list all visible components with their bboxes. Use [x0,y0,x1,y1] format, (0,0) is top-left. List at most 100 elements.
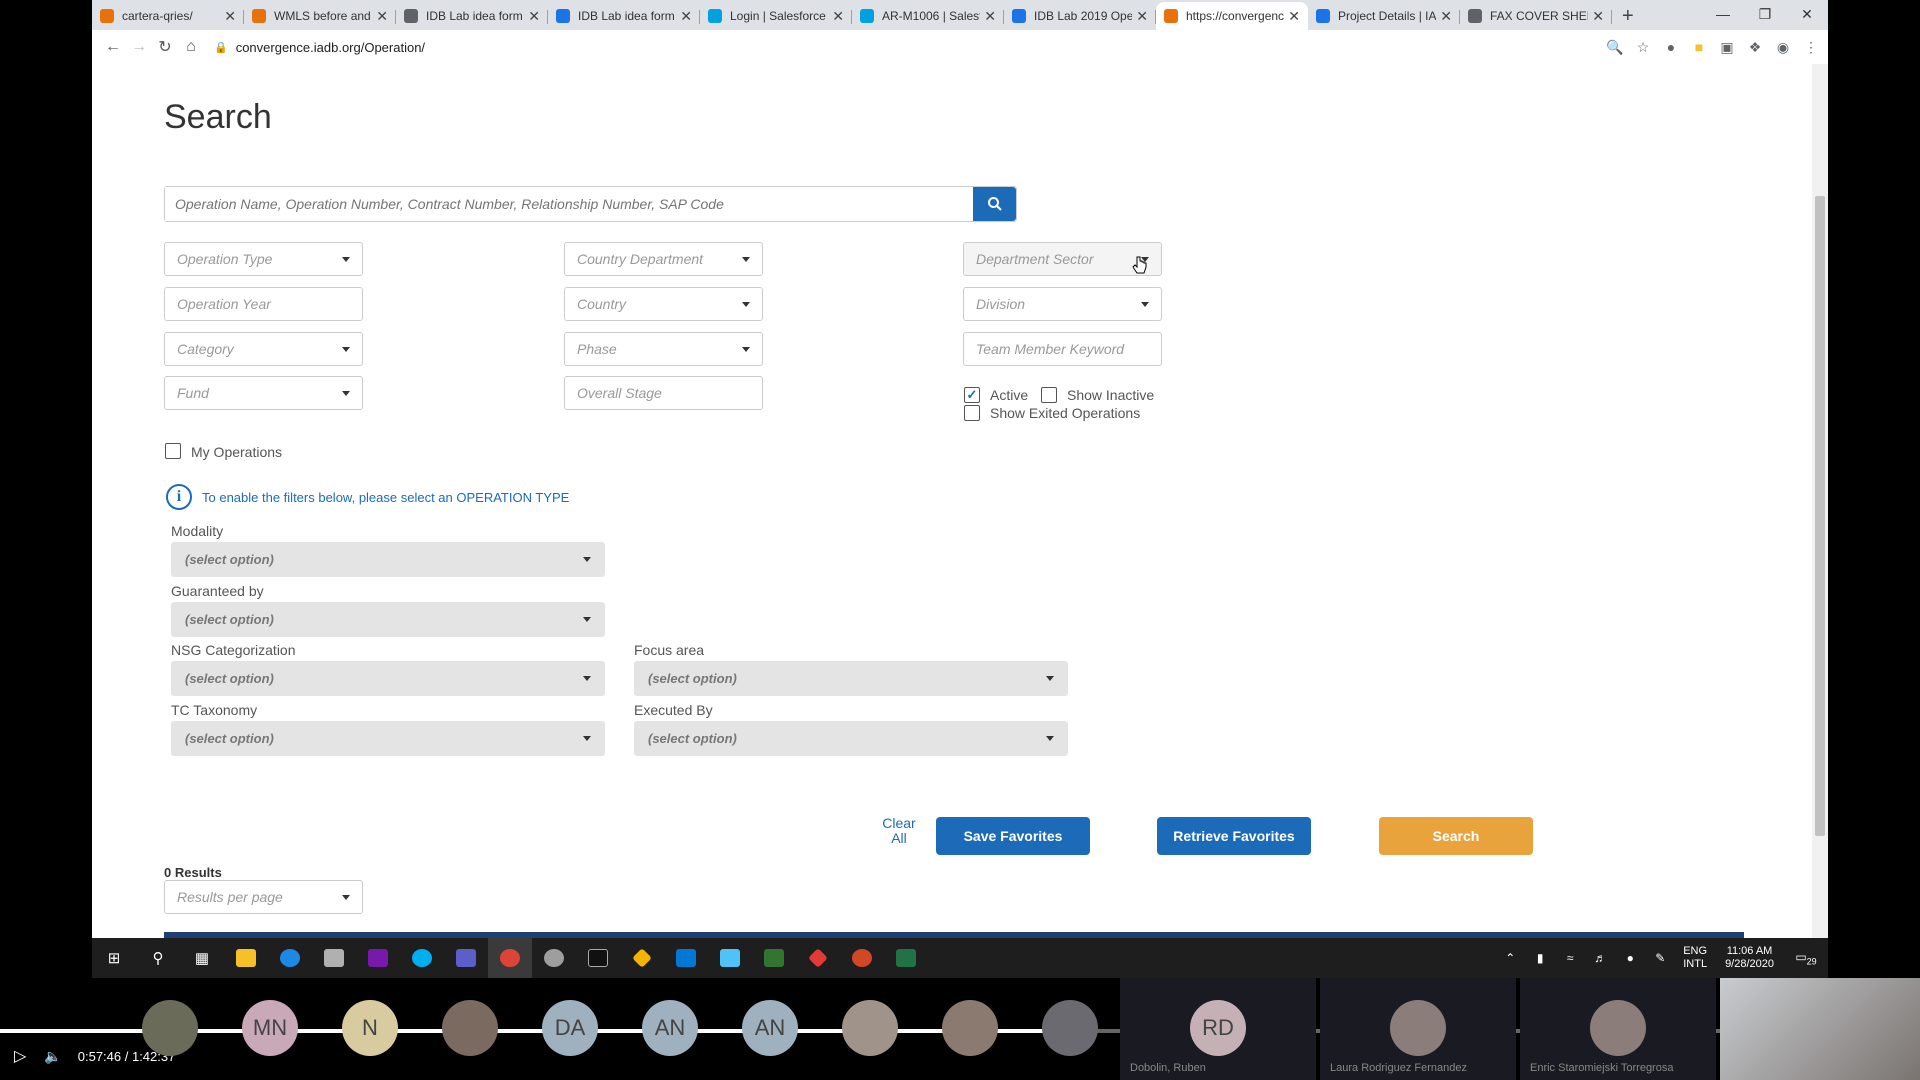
participant-avatar[interactable]: AN [742,1000,798,1056]
browser-tab[interactable]: WMLS before and a ✕ [244,2,396,30]
notification-icon[interactable]: ▭29 [1784,950,1828,966]
category-select[interactable]: Category [164,332,363,366]
participant-avatar[interactable] [442,1000,498,1056]
app-icon[interactable] [708,938,752,978]
results-per-page-select[interactable]: Results per page [164,880,363,914]
task-view-icon[interactable]: ▦ [180,938,224,978]
teams-icon[interactable] [444,938,488,978]
search-icon[interactable]: ⚲ [136,938,180,978]
volume-icon[interactable]: ♬ [1585,951,1615,965]
app-icon[interactable] [620,938,664,978]
save-favorites-button[interactable]: Save Favorites [936,817,1090,855]
powerpoint-icon[interactable] [840,938,884,978]
onenote-icon[interactable] [356,938,400,978]
participant-avatar[interactable] [942,1000,998,1056]
home-icon[interactable]: ⌂ [178,38,204,56]
extension-icon[interactable]: ▣ [1718,39,1736,56]
tab-close-icon[interactable]: ✕ [1592,8,1604,25]
menu-icon[interactable]: ⋮ [1802,39,1820,56]
team-member-keyword-input[interactable]: Team Member Keyword [963,332,1162,366]
minimize-icon[interactable]: — [1702,0,1744,28]
play-icon[interactable]: ▷ [14,1046,26,1066]
retrieve-favorites-button[interactable]: Retrieve Favorites [1157,817,1311,855]
back-icon[interactable]: ← [100,38,126,56]
close-window-icon[interactable]: ✕ [1786,0,1828,28]
tab-close-icon[interactable]: ✕ [680,8,692,25]
overall-stage-input[interactable]: Overall Stage [564,376,763,410]
executed-by-select[interactable]: (select option) [634,721,1068,756]
self-video-tile[interactable] [1720,978,1920,1080]
phase-select[interactable]: Phase [564,332,763,366]
wifi-icon[interactable]: ≈ [1555,951,1585,965]
puzzle-icon[interactable]: ❖ [1746,39,1764,56]
tab-close-icon[interactable]: ✕ [1288,8,1300,25]
browser-tab[interactable]: Project Details | IAD ✕ [1308,2,1460,30]
tab-close-icon[interactable]: ✕ [984,8,996,25]
scrollbar-thumb[interactable] [1815,196,1825,836]
excel-icon[interactable] [884,938,928,978]
browser-tab[interactable]: https://convergence ✕ [1156,2,1308,30]
search-submit-button[interactable]: Search [1379,817,1533,855]
participant-avatar[interactable]: AN [642,1000,698,1056]
tab-close-icon[interactable]: ✕ [224,8,236,25]
focus-area-select[interactable]: (select option) [634,661,1068,696]
division-select[interactable]: Division [963,287,1162,321]
battery-icon[interactable]: ▮ [1525,951,1555,965]
project-icon[interactable] [752,938,796,978]
browser-tab[interactable]: FAX COVER SHEET ✕ [1460,2,1612,30]
browser-tab[interactable]: Login | Salesforce ✕ [700,2,852,30]
forward-icon[interactable]: → [126,38,152,56]
browser-tab[interactable]: IDB Lab idea form ✕ [396,2,548,30]
browser-tab[interactable]: AR-M1006 | Salesfo ✕ [852,2,1004,30]
participant-avatar[interactable]: N [342,1000,398,1056]
new-tab-icon[interactable]: + [1622,2,1634,30]
app-icon[interactable] [532,938,576,978]
participant-avatar[interactable] [842,1000,898,1056]
tab-close-icon[interactable]: ✕ [832,8,844,25]
file-explorer-icon[interactable] [224,938,268,978]
tc-taxonomy-select[interactable]: (select option) [171,721,605,756]
volume-icon[interactable]: 🔈 [44,1048,61,1065]
modality-select[interactable]: (select option) [171,542,605,577]
terminal-icon[interactable] [576,938,620,978]
extension-icon[interactable]: ● [1662,39,1680,56]
tab-close-icon[interactable]: ✕ [376,8,388,25]
search-button[interactable] [973,187,1016,221]
show-inactive-checkbox[interactable] [1041,387,1057,403]
tab-close-icon[interactable]: ✕ [528,8,540,25]
search-input[interactable] [165,187,973,221]
skype-icon[interactable] [400,938,444,978]
country-select[interactable]: Country [564,287,763,321]
extension-icon[interactable]: ■ [1690,39,1708,56]
participant-avatar[interactable]: MN [242,1000,298,1056]
participant-avatar[interactable]: DA [542,1000,598,1056]
participant-avatar[interactable] [142,1000,198,1056]
nsg-categorization-select[interactable]: (select option) [171,661,605,696]
language-indicator[interactable]: ENG INTL [1683,945,1707,971]
tab-close-icon[interactable]: ✕ [1136,8,1148,25]
show-exited-checkbox[interactable] [964,405,980,421]
clear-all-link[interactable]: Clear All [872,816,926,846]
restore-icon[interactable]: ❐ [1744,0,1786,28]
clock[interactable]: 11:06 AM 9/28/2020 [1725,945,1774,971]
page-scrollbar[interactable] [1812,64,1828,938]
outlook-icon[interactable] [664,938,708,978]
edge-icon[interactable] [268,938,312,978]
browser-tab[interactable]: IDB Lab idea form ✕ [548,2,700,30]
zoom-icon[interactable]: 🔍 [1606,39,1624,56]
active-checkbox[interactable]: ✓ [964,387,980,403]
book-icon[interactable] [312,938,356,978]
participant-avatar[interactable] [1042,1000,1098,1056]
tab-close-icon[interactable]: ✕ [1440,8,1452,25]
browser-tab[interactable]: cartera-qries/ ✕ [92,2,244,30]
my-operations-checkbox[interactable] [165,443,181,459]
browser-tab[interactable]: IDB Lab 2019 Oper ✕ [1004,2,1156,30]
operation-type-select[interactable]: Operation Type [164,242,363,276]
guaranteed-by-select[interactable]: (select option) [171,602,605,637]
bookmark-star-icon[interactable]: ☆ [1634,39,1652,56]
chevron-up-icon[interactable]: ⌃ [1495,951,1525,965]
app-tray-icon[interactable]: ● [1615,951,1645,965]
profile-icon[interactable]: ◉ [1774,39,1792,56]
chrome-icon[interactable] [488,938,532,978]
reload-icon[interactable]: ↻ [152,37,178,57]
